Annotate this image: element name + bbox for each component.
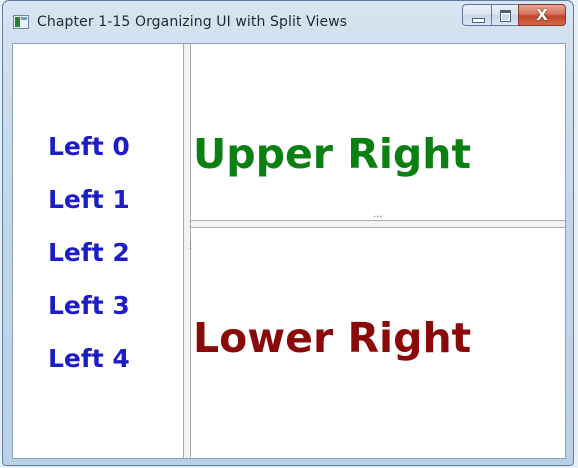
minimize-button[interactable] — [462, 4, 492, 26]
upper-right-label: Upper Right — [193, 130, 472, 178]
left-item-1: Left 1 — [48, 185, 130, 214]
vertical-splitter-grip-icon: ⋮ — [186, 241, 195, 251]
horizontal-splitter[interactable]: ··· — [191, 212, 565, 228]
left-pane: Left 0 Left 1 Left 2 Left 3 Left 4 — [13, 44, 183, 458]
app-icon[interactable] — [13, 15, 29, 29]
left-item-0: Left 0 — [48, 132, 130, 161]
left-item-2: Left 2 — [48, 238, 130, 267]
left-item-3: Left 3 — [48, 291, 130, 320]
close-button[interactable]: X — [518, 4, 566, 26]
window-title: Chapter 1-15 Organizing UI with Split Vi… — [37, 14, 348, 30]
title-bar[interactable]: Chapter 1-15 Organizing UI with Split Vi… — [3, 1, 573, 43]
lower-right-pane: Lower Right — [191, 228, 565, 458]
app-window: Chapter 1-15 Organizing UI with Split Vi… — [2, 0, 574, 466]
maximize-button[interactable] — [491, 4, 519, 26]
lower-right-label: Lower Right — [193, 314, 472, 362]
caption-buttons: X — [462, 4, 566, 28]
upper-right-pane: Upper Right — [191, 44, 565, 220]
vertical-splitter[interactable]: ⋮ — [183, 44, 195, 458]
split-view-container: Left 0 Left 1 Left 2 Left 3 Left 4 ⋮ Upp… — [12, 43, 566, 459]
horizontal-splitter-grip-icon: ··· — [373, 212, 383, 223]
left-item-4: Left 4 — [48, 344, 130, 373]
close-icon: X — [536, 6, 548, 24]
